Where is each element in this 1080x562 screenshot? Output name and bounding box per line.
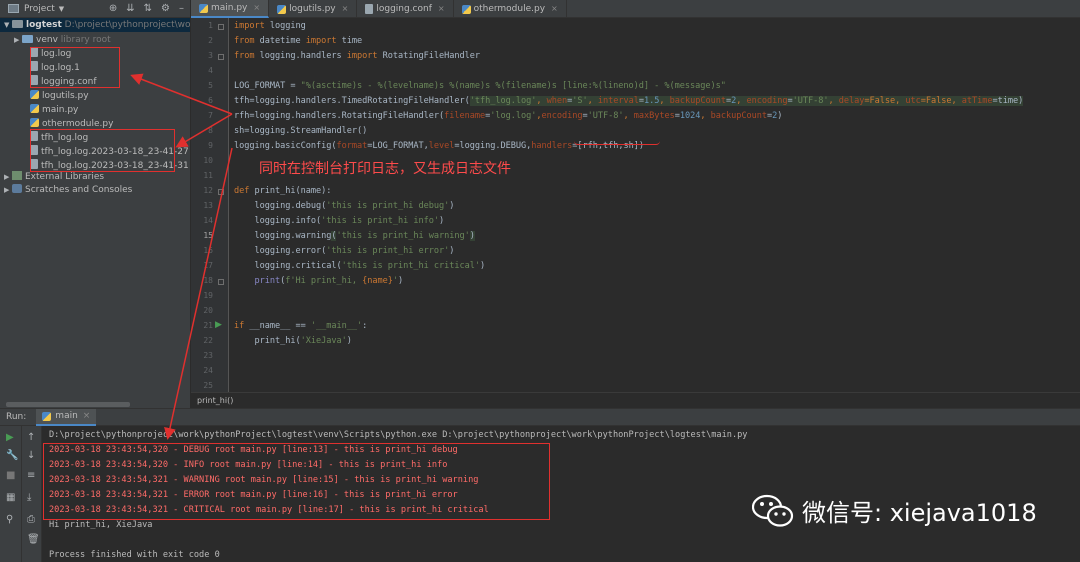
watermark: 微信号: xiejava1018 — [751, 493, 1037, 528]
arrow-to-tfh-files — [175, 113, 233, 148]
wechat-icon — [751, 494, 794, 528]
watermark-text: 微信号: xiejava1018 — [802, 499, 1037, 527]
arrow-to-console — [164, 147, 233, 440]
arrow-to-log-files — [130, 73, 233, 115]
annotation-arrows — [130, 73, 233, 440]
